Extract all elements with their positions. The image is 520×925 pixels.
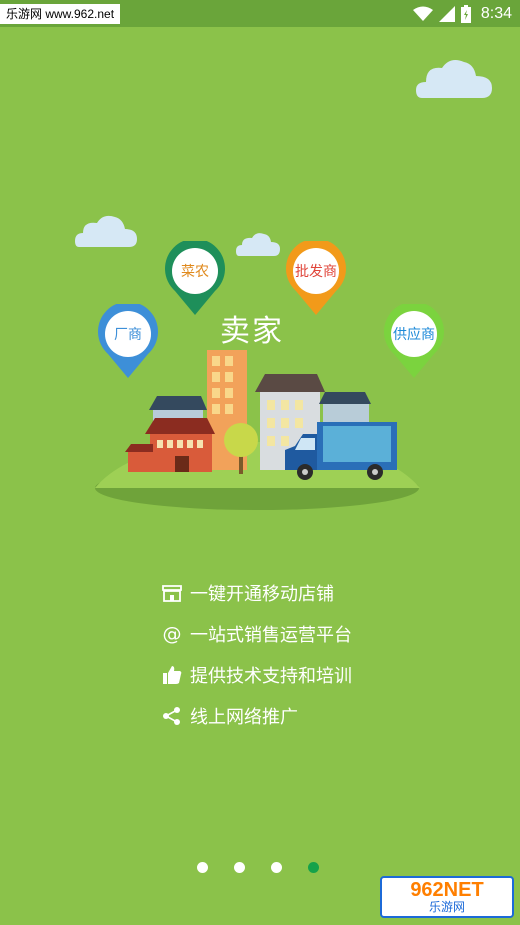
feature-text: 一键开通移动店铺 [190, 583, 334, 605]
page-indicator [197, 862, 319, 873]
feature-item: @ 一站式销售运营平台 [162, 613, 353, 654]
feature-text: 线上网络推广 [190, 706, 298, 728]
feature-text: 一站式销售运营平台 [190, 624, 352, 646]
at-icon: @ [162, 622, 182, 645]
page-dot-active[interactable] [308, 862, 319, 873]
watermark-logo-text: 962NET [410, 879, 484, 901]
status-bar: 乐游网 www.962.net 8:34 [0, 0, 520, 27]
feature-item: 提供技术支持和培训 [162, 654, 352, 695]
watermark-logo-subtext: 乐游网 [428, 900, 465, 914]
share-icon [162, 706, 182, 726]
status-icons: 8:34 [412, 0, 512, 27]
wifi-icon [412, 6, 433, 21]
page-dot[interactable] [234, 862, 245, 873]
watermark-label: 乐游网 www.962.net [0, 4, 121, 24]
clock: 8:34 [480, 4, 512, 22]
pin-label-manufacturer: 厂商 [114, 327, 142, 343]
pin-label-farmer: 菜农 [181, 264, 209, 280]
watermark-logo: 962NET 乐游网 [380, 876, 514, 918]
pin-label-supplier: 供应商 [393, 327, 435, 343]
page-dot[interactable] [197, 862, 208, 873]
cloud-icon [75, 215, 137, 247]
page-dot[interactable] [271, 862, 282, 873]
pin-label-wholesaler: 批发商 [295, 264, 337, 280]
store-icon [162, 583, 182, 603]
feature-item: 一键开通移动店铺 [162, 572, 352, 613]
feature-list: 一键开通移动店铺 @ 一站式销售运营平台 提供技术支持和培训 线上网络推广 [162, 572, 352, 736]
feature-item: 线上网络推广 [162, 695, 352, 736]
battery-icon [460, 4, 471, 23]
cloud-icon [236, 233, 280, 256]
cloud-icon [416, 60, 492, 98]
feature-text: 提供技术支持和培训 [190, 665, 352, 687]
thumbs-up-icon [162, 665, 182, 685]
signal-icon [438, 5, 455, 22]
illustration-title: 卖家 [220, 314, 284, 349]
